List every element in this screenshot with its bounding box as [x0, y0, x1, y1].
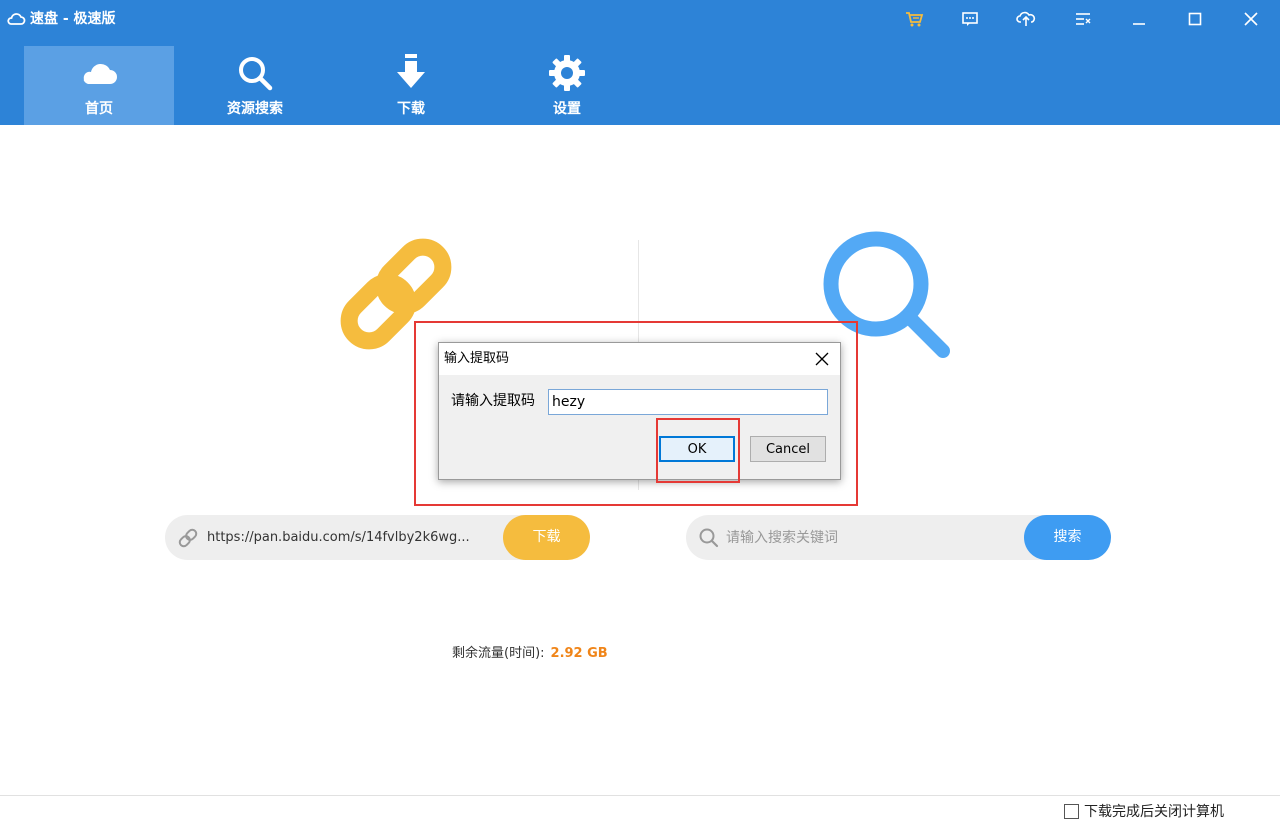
nav-item-download[interactable]: 下载: [336, 46, 486, 125]
nav-label: 设置: [553, 101, 581, 117]
menu-list-icon[interactable]: [1073, 9, 1093, 29]
share-url-field[interactable]: https://pan.baidu.com/s/14fvlby2k6wg...: [207, 528, 507, 547]
shutdown-after-download-option[interactable]: 下载完成后关闭计算机: [1064, 802, 1224, 820]
search-input-bar: 搜索: [686, 515, 1111, 560]
remaining-traffic: 剩余流量(时间): 2.92 GB: [452, 645, 608, 663]
dialog-close-icon[interactable]: [805, 343, 839, 375]
title-bar: 速盘 - 极速版: [0, 0, 1280, 38]
search-icon: [698, 527, 720, 549]
minimize-icon[interactable]: [1129, 9, 1149, 29]
cloud-icon: [6, 10, 26, 28]
dialog-title-bar: 输入提取码: [439, 343, 840, 375]
cloud-upload-icon[interactable]: [1016, 9, 1036, 29]
extraction-code-input[interactable]: [548, 389, 828, 415]
cloud-icon: [79, 56, 119, 90]
nav-item-home[interactable]: 首页: [24, 46, 174, 125]
close-icon[interactable]: [1241, 9, 1261, 29]
cancel-button[interactable]: Cancel: [750, 436, 826, 462]
footer-divider: [0, 795, 1280, 796]
extraction-code-label: 请输入提取码: [451, 393, 535, 409]
nav-label: 资源搜索: [227, 101, 283, 117]
message-icon[interactable]: [960, 9, 980, 29]
download-arrow-icon: [391, 54, 431, 90]
link-icon: [328, 228, 464, 360]
search-input[interactable]: [726, 526, 1016, 550]
app-title: 速盘 - 极速版: [30, 11, 116, 27]
gear-icon: [547, 55, 587, 91]
link-icon: [177, 527, 199, 549]
ok-button[interactable]: OK: [659, 436, 735, 462]
shutdown-checkbox[interactable]: [1064, 803, 1079, 819]
search-button[interactable]: 搜索: [1024, 515, 1111, 560]
nav-label: 首页: [85, 101, 113, 117]
search-icon: [235, 56, 275, 91]
extraction-code-dialog: 输入提取码 请输入提取码 OK Cancel: [438, 342, 841, 480]
traffic-value: 2.92 GB: [550, 646, 608, 661]
dialog-title: 输入提取码: [444, 351, 510, 366]
url-input-bar: https://pan.baidu.com/s/14fvlby2k6wg... …: [165, 515, 590, 560]
app-window: 速盘 - 极速版 首页 资源搜索 下载 设置 https://pan.baidu…: [0, 0, 1280, 825]
traffic-label: 剩余流量(时间):: [452, 646, 545, 661]
download-button[interactable]: 下载: [503, 515, 590, 560]
nav-label: 下载: [397, 101, 425, 117]
nav-item-resource-search[interactable]: 资源搜索: [180, 46, 330, 125]
nav-item-settings[interactable]: 设置: [492, 46, 642, 125]
shutdown-label: 下载完成后关闭计算机: [1084, 804, 1224, 820]
header: 速盘 - 极速版 首页 资源搜索 下载 设置: [0, 0, 1280, 125]
cart-icon[interactable]: [904, 9, 924, 29]
maximize-icon[interactable]: [1185, 9, 1205, 29]
